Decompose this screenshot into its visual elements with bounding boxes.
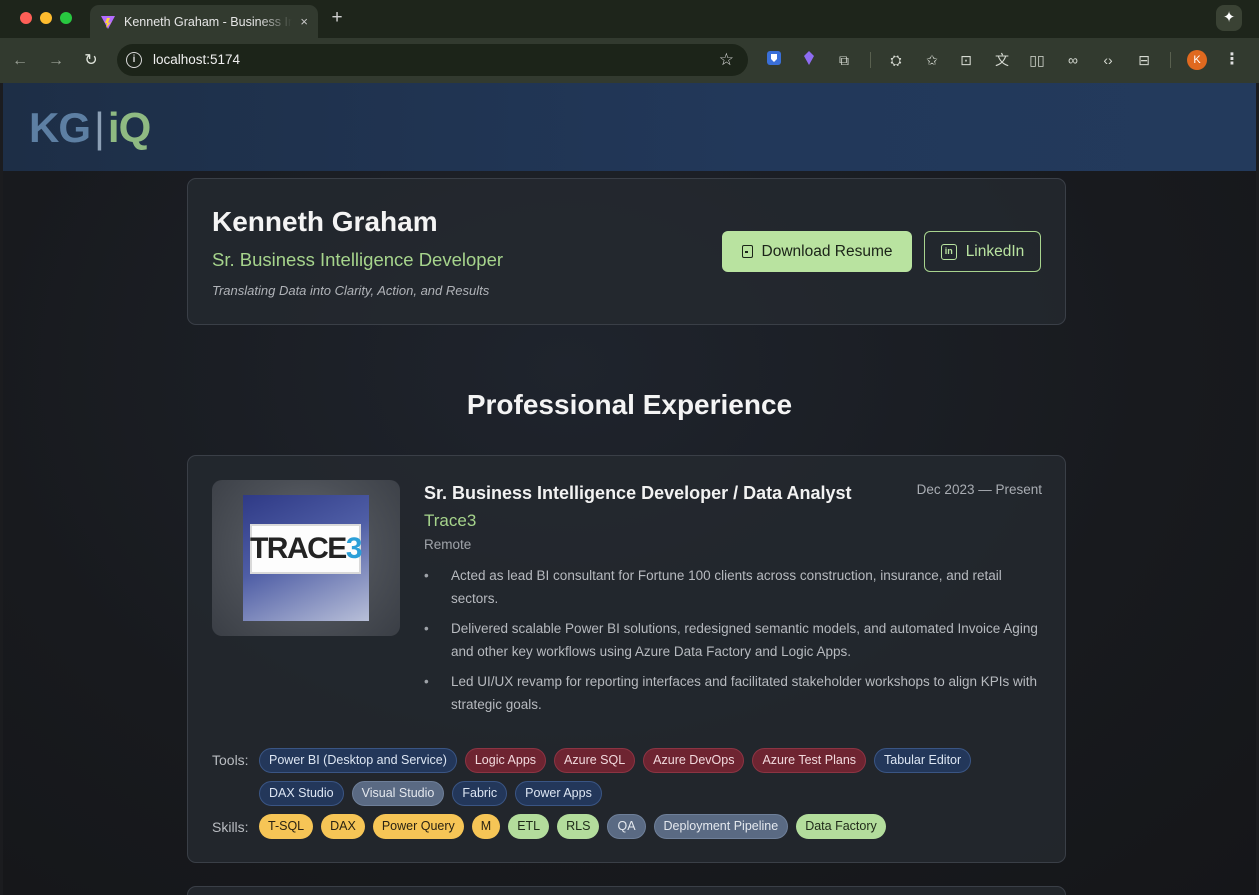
search-tab-icon[interactable]: ⊟: [1134, 50, 1154, 70]
tab-close-icon[interactable]: ×: [300, 14, 308, 29]
tool-chip: Azure DevOps: [643, 748, 745, 773]
tool-chip: Azure Test Plans: [752, 748, 867, 773]
logo-separator: |: [94, 104, 105, 151]
skill-chip: DAX: [321, 814, 365, 839]
experience-card: TRACE 3 Sr. Business Intelligence Develop…: [187, 455, 1066, 863]
skill-chip: Data Factory: [796, 814, 886, 839]
job-highlights: Acted as lead BI consultant for Fortune …: [424, 565, 1044, 724]
company-logo-frame: TRACE 3: [212, 480, 400, 636]
profile-avatar[interactable]: K: [1187, 50, 1207, 70]
browser-menu-icon[interactable]: ⋮: [1224, 49, 1240, 69]
back-arrow-icon[interactable]: ←: [9, 50, 31, 72]
profile-tagline: Translating Data into Clarity, Action, a…: [212, 283, 490, 298]
highlight-item: Acted as lead BI consultant for Fortune …: [424, 565, 1044, 610]
url-text[interactable]: localhost:5174: [153, 52, 240, 67]
site-logo[interactable]: KG|iQ: [29, 104, 151, 151]
highlight-item: Delivered scalable Power BI solutions, r…: [424, 618, 1044, 663]
profile-hero-card: Kenneth Graham Sr. Business Intelligence…: [187, 178, 1066, 325]
profile-title: Sr. Business Intelligence Developer: [212, 249, 504, 270]
tool-chip: Power Apps: [515, 781, 602, 806]
vite-favicon-icon: [101, 15, 115, 29]
company-name: Trace3: [424, 511, 477, 530]
section-title-experience: Professional Experience: [466, 389, 793, 420]
next-experience-card: [187, 886, 1066, 895]
shield-extension-icon[interactable]: [764, 50, 784, 70]
tool-chip: Visual Studio: [351, 781, 445, 806]
download-resume-button[interactable]: Download Resume: [722, 231, 912, 272]
highlight-item: Led UI/UX revamp for reporting interface…: [424, 671, 1044, 716]
skill-chip: M: [471, 814, 501, 839]
skill-chip: RLS: [557, 814, 600, 839]
forward-arrow-icon[interactable]: →: [45, 50, 67, 72]
logo-wordmark-main: TRACE: [249, 532, 347, 565]
favorites-icon[interactable]: ✩: [922, 50, 942, 70]
logo-kg: KG: [29, 104, 91, 151]
bookmark-star-icon[interactable]: ☆: [719, 50, 734, 70]
gemini-sparkle-icon[interactable]: ✦: [1216, 5, 1242, 31]
crystal-extension-icon[interactable]: [799, 50, 819, 70]
company-logo-wordmark: TRACE 3: [249, 524, 363, 574]
skills-chip-list: T-SQL DAX Power Query M ETL RLS QA Deployment P…: [259, 814, 1049, 839]
job-location: Remote: [424, 537, 472, 552]
minimize-window-button[interactable]: [40, 12, 52, 24]
browser-toolbar: ← → ↻ i localhost:5174 ☆ ⧉ ⛭ ✩ ⊡ 文 ▯▯ ∞ …: [0, 38, 1259, 83]
skill-chip: ETL: [508, 814, 550, 839]
screenshot-icon[interactable]: ⊡: [956, 50, 976, 70]
logo-iq: iQ: [107, 104, 151, 151]
job-title: Sr. Business Intelligence Developer / Da…: [424, 483, 852, 503]
browser-tab-strip: Kenneth Graham - Business Intelligence D…: [0, 0, 1259, 38]
tab-title: Kenneth Graham - Business Intelligence D…: [124, 14, 293, 29]
skill-chip: Deployment Pipeline: [653, 814, 789, 839]
browser-tab[interactable]: Kenneth Graham - Business Intelligence D…: [90, 5, 318, 38]
page-viewport: KG|iQ Kenneth Graham Sr. Business Intell…: [3, 83, 1256, 895]
tools-label: Tools:: [212, 752, 249, 768]
puzzle-extension-icon[interactable]: ⧉: [834, 50, 854, 70]
tool-chip: Logic Apps: [464, 748, 547, 773]
address-bar[interactable]: i localhost:5174 ☆: [117, 44, 748, 76]
site-header: KG|iQ: [3, 83, 1256, 171]
linkedin-label: LinkedIn: [965, 242, 1025, 260]
toolbar-divider: [870, 52, 871, 68]
reload-icon[interactable]: ↻: [80, 50, 102, 72]
linkedin-button[interactable]: in LinkedIn: [924, 231, 1041, 272]
tool-chip: Power BI (Desktop and Service): [259, 748, 457, 773]
download-resume-label: Download Resume: [761, 242, 893, 260]
document-icon: [741, 245, 753, 258]
tool-chip: Tabular Editor: [874, 748, 972, 773]
logo-wordmark-accent: 3: [345, 532, 363, 565]
tool-chip: Fabric: [452, 781, 508, 806]
company-logo: TRACE 3: [243, 495, 369, 621]
tool-chip: Azure SQL: [554, 748, 636, 773]
close-window-button[interactable]: [20, 12, 32, 24]
incognito-icon[interactable]: ⛭: [886, 50, 906, 70]
translate-icon[interactable]: 文: [992, 50, 1012, 70]
profile-name: Kenneth Graham: [212, 206, 438, 237]
reader-mode-icon[interactable]: ▯▯: [1027, 50, 1047, 70]
code-icon[interactable]: ‹›: [1098, 50, 1118, 70]
skill-chip: T-SQL: [259, 814, 314, 839]
new-tab-button[interactable]: +: [327, 7, 347, 29]
maximize-window-button[interactable]: [60, 12, 72, 24]
tool-chip: DAX Studio: [259, 781, 344, 806]
link-icon[interactable]: ∞: [1063, 50, 1083, 70]
site-info-icon[interactable]: i: [126, 52, 142, 68]
job-dates: Dec 2023 — Present: [916, 482, 1042, 497]
skill-chip: Power Query: [372, 814, 464, 839]
skill-chip: QA: [607, 814, 646, 839]
tools-chip-list: Power BI (Desktop and Service) Logic Apps…: [259, 748, 1049, 806]
toolbar-divider: [1170, 52, 1171, 68]
linkedin-icon: in: [940, 243, 957, 260]
skills-label: Skills:: [212, 819, 249, 835]
